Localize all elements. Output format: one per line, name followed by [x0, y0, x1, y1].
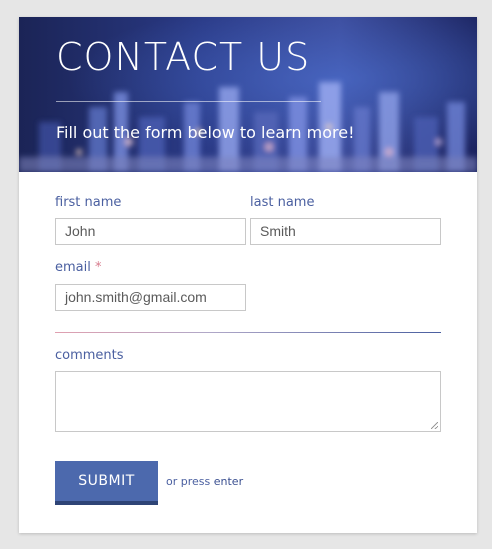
comments-textarea[interactable] [55, 371, 441, 432]
last-name-field[interactable]: Smith [250, 218, 441, 245]
hero-banner: CONTACT US Fill out the form below to le… [19, 17, 477, 172]
press-hint-text: or press [166, 475, 211, 488]
page-subtitle: Fill out the form below to learn more! [56, 123, 355, 142]
resize-grip-icon[interactable] [431, 422, 438, 429]
submit-button[interactable]: SUBMIT [55, 461, 158, 505]
email-field[interactable]: john.smith@gmail.com [55, 284, 246, 311]
press-enter-hint: or press enter [166, 475, 243, 488]
required-asterisk: * [95, 260, 102, 275]
page-title: CONTACT US [56, 35, 311, 79]
email-label: email * [55, 260, 102, 275]
title-underline [56, 101, 321, 102]
section-divider [55, 332, 441, 333]
enter-key-text: enter [213, 475, 244, 488]
comments-label: comments [55, 348, 124, 363]
first-name-label: first name [55, 195, 122, 210]
email-label-text: email [55, 260, 91, 275]
first-name-field[interactable]: John [55, 218, 246, 245]
last-name-label: last name [250, 195, 315, 210]
contact-card: CONTACT US Fill out the form below to le… [19, 17, 477, 533]
